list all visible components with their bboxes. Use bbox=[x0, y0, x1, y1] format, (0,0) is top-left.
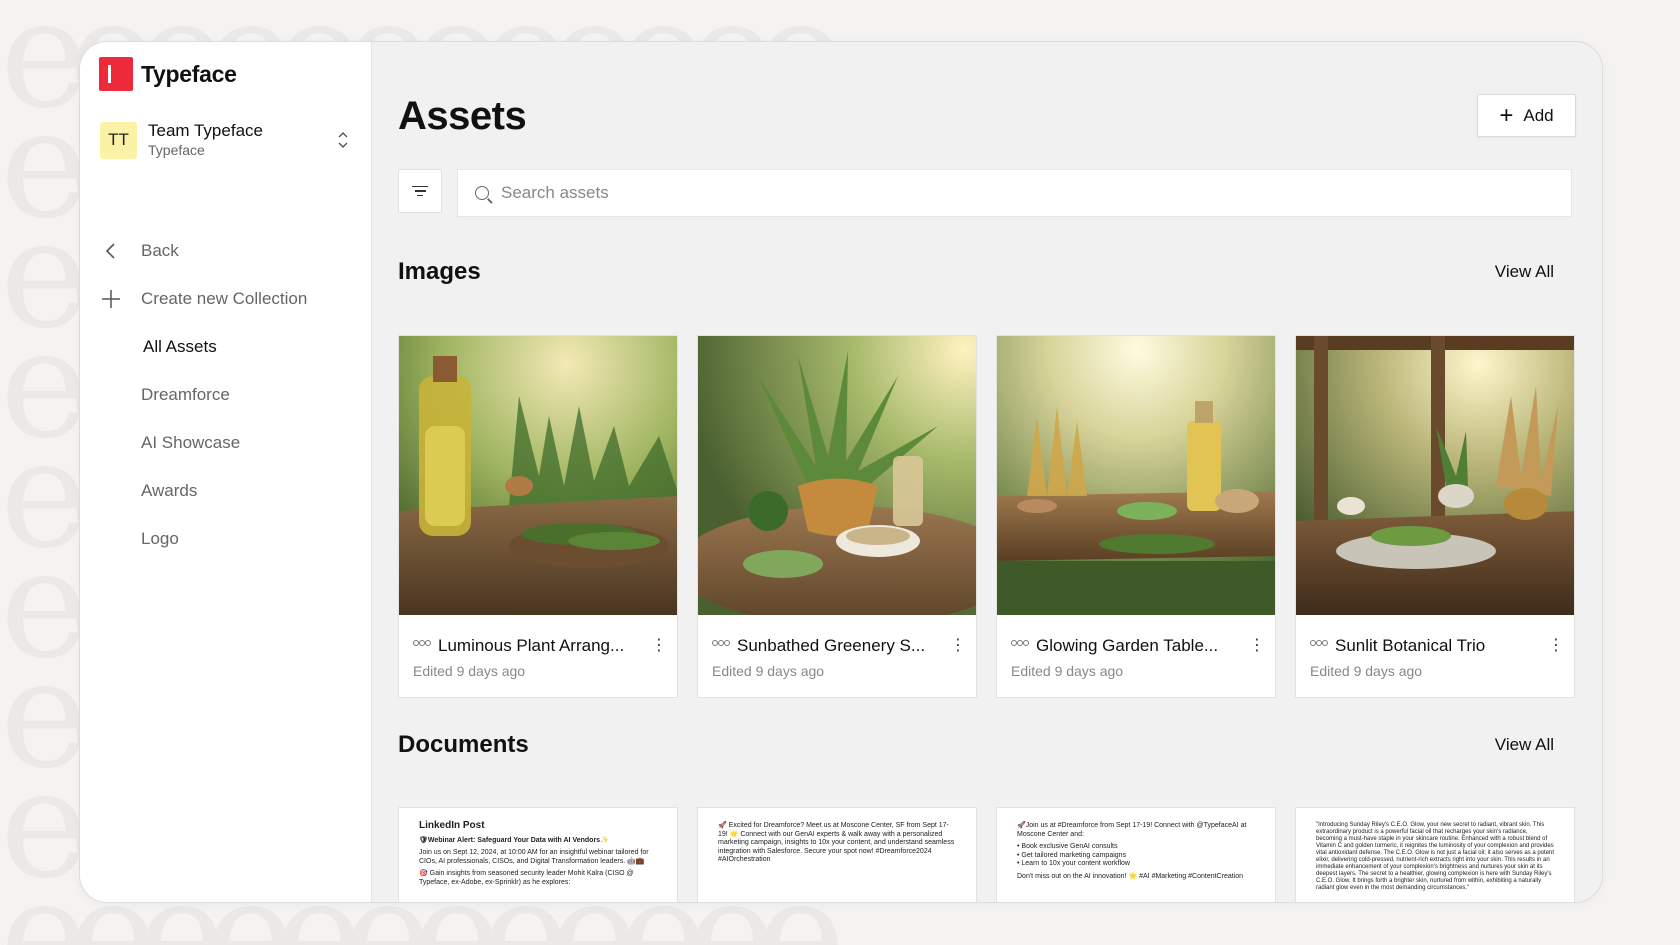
image-thumbnail[interactable] bbox=[1296, 336, 1574, 615]
image-card[interactable]: Sunlit Botanical Trio ⋮ Edited 9 days ag… bbox=[1295, 335, 1575, 698]
document-heading: LinkedIn Post bbox=[419, 820, 485, 831]
document-line: • Learn to 10x your content workflow bbox=[1017, 860, 1130, 867]
card-title: Luminous Plant Arrang... bbox=[438, 636, 625, 655]
sidebar-item-label: All Assets bbox=[143, 337, 217, 356]
image-card[interactable]: Luminous Plant Arrang... ⋮ Edited 9 days… bbox=[398, 335, 678, 698]
documents-section-title: Documents bbox=[398, 731, 529, 758]
document-line: 🎯 Gain insights from seasoned security l… bbox=[419, 870, 634, 886]
sidebar-item-label: AI Showcase bbox=[141, 433, 241, 452]
chevron-up-down-icon[interactable] bbox=[336, 129, 350, 151]
shared-people-icon bbox=[712, 640, 730, 652]
brand[interactable]: Typeface bbox=[99, 57, 237, 91]
card-title: Sunlit Botanical Trio bbox=[1335, 636, 1486, 655]
image-cards: Luminous Plant Arrang... ⋮ Edited 9 days… bbox=[398, 335, 1575, 698]
card-title: Glowing Garden Table... bbox=[1036, 636, 1219, 655]
card-title: Sunbathed Greenery S... bbox=[737, 636, 926, 655]
team-subtitle: Typeface bbox=[148, 142, 205, 158]
main-content: Assets + Add Images View All bbox=[372, 42, 1602, 902]
sidebar-nav: Back Create new Collection All Assets Dr… bbox=[100, 227, 355, 563]
card-edited-time: Edited 9 days ago bbox=[1011, 663, 1124, 679]
document-card[interactable]: "Introducing Sunday Riley's C.E.O. Glow,… bbox=[1295, 807, 1575, 902]
card-edited-time: Edited 9 days ago bbox=[413, 663, 526, 679]
add-button[interactable]: + Add bbox=[1477, 94, 1576, 137]
search-input[interactable] bbox=[501, 183, 1401, 203]
sidebar-item-dreamforce[interactable]: Dreamforce bbox=[100, 371, 355, 419]
document-card[interactable]: 🚀Join us at #Dreamforce from Sept 17-19!… bbox=[996, 807, 1276, 902]
image-card[interactable]: Sunbathed Greenery S... ⋮ Edited 9 days … bbox=[697, 335, 977, 698]
create-collection-label: Create new Collection bbox=[141, 289, 308, 308]
filter-icon bbox=[412, 185, 428, 188]
chevron-left-icon bbox=[100, 240, 122, 262]
document-card[interactable]: LinkedIn Post 🛡Webinar Alert: Safeguard … bbox=[398, 807, 678, 902]
image-thumbnail[interactable] bbox=[698, 336, 976, 615]
document-line: 🚀Join us at #Dreamforce from Sept 17-19!… bbox=[1017, 822, 1247, 838]
team-switcher[interactable]: TT Team Typeface Typeface bbox=[100, 120, 350, 160]
filter-button[interactable] bbox=[398, 169, 442, 213]
search-icon bbox=[475, 186, 489, 200]
more-options-icon[interactable]: ⋮ bbox=[950, 638, 966, 654]
back-label: Back bbox=[141, 241, 179, 260]
document-line: Join us on Sept 12, 2024, at 10:00 AM fo… bbox=[419, 849, 649, 865]
shared-people-icon bbox=[1011, 640, 1029, 652]
card-edited-time: Edited 9 days ago bbox=[712, 663, 825, 679]
document-line: Don't miss out on the AI innovation! 🌟 #… bbox=[1017, 872, 1244, 880]
document-line: "Introducing Sunday Riley's C.E.O. Glow,… bbox=[1316, 822, 1555, 891]
page-title: Assets bbox=[398, 94, 527, 138]
document-line: 🛡Webinar Alert: Safeguard Your Data with… bbox=[419, 836, 609, 844]
brand-logo-icon bbox=[99, 57, 133, 91]
card-edited-time: Edited 9 days ago bbox=[1310, 663, 1423, 679]
shared-people-icon bbox=[1310, 640, 1328, 652]
sidebar-item-label: Awards bbox=[141, 481, 198, 500]
document-line: • Book exclusive GenAI consults bbox=[1017, 843, 1118, 850]
team-name: Team Typeface bbox=[148, 121, 263, 140]
document-line: 🚀 Excited for Dreamforce? Meet us at Mos… bbox=[718, 822, 955, 863]
add-label: Add bbox=[1523, 105, 1554, 125]
sidebar-item-awards[interactable]: Awards bbox=[100, 467, 355, 515]
team-avatar: TT bbox=[100, 121, 137, 159]
more-options-icon[interactable]: ⋮ bbox=[651, 638, 667, 654]
sidebar-item-label: Logo bbox=[141, 529, 179, 548]
search-bar[interactable] bbox=[457, 169, 1572, 217]
back-button[interactable]: Back bbox=[100, 227, 355, 275]
sidebar-item-label: Dreamforce bbox=[141, 385, 230, 404]
app-window: Typeface TT Team Typeface Typeface Back bbox=[79, 41, 1603, 903]
create-collection-button[interactable]: Create new Collection bbox=[100, 275, 355, 323]
shared-people-icon bbox=[413, 640, 431, 652]
images-section-title: Images bbox=[398, 258, 481, 285]
document-cards: LinkedIn Post 🛡Webinar Alert: Safeguard … bbox=[398, 807, 1575, 902]
plus-icon: + bbox=[1499, 101, 1514, 129]
plus-icon bbox=[100, 288, 122, 310]
sidebar-item-all-assets[interactable]: All Assets bbox=[100, 323, 355, 371]
more-options-icon[interactable]: ⋮ bbox=[1548, 638, 1564, 654]
images-view-all-link[interactable]: View All bbox=[1495, 262, 1554, 282]
documents-view-all-link[interactable]: View All bbox=[1495, 735, 1554, 755]
image-card[interactable]: Glowing Garden Table... ⋮ Edited 9 days … bbox=[996, 335, 1276, 698]
sidebar: Typeface TT Team Typeface Typeface Back bbox=[80, 42, 372, 902]
sidebar-item-ai-showcase[interactable]: AI Showcase bbox=[100, 419, 355, 467]
image-thumbnail[interactable] bbox=[997, 336, 1275, 615]
brand-name: Typeface bbox=[141, 60, 237, 87]
sidebar-item-logo[interactable]: Logo bbox=[100, 515, 355, 563]
more-options-icon[interactable]: ⋮ bbox=[1249, 638, 1265, 654]
image-thumbnail[interactable] bbox=[399, 336, 677, 615]
document-card[interactable]: 🚀 Excited for Dreamforce? Meet us at Mos… bbox=[697, 807, 977, 902]
document-line: • Get tailored marketing campaigns bbox=[1017, 851, 1127, 859]
